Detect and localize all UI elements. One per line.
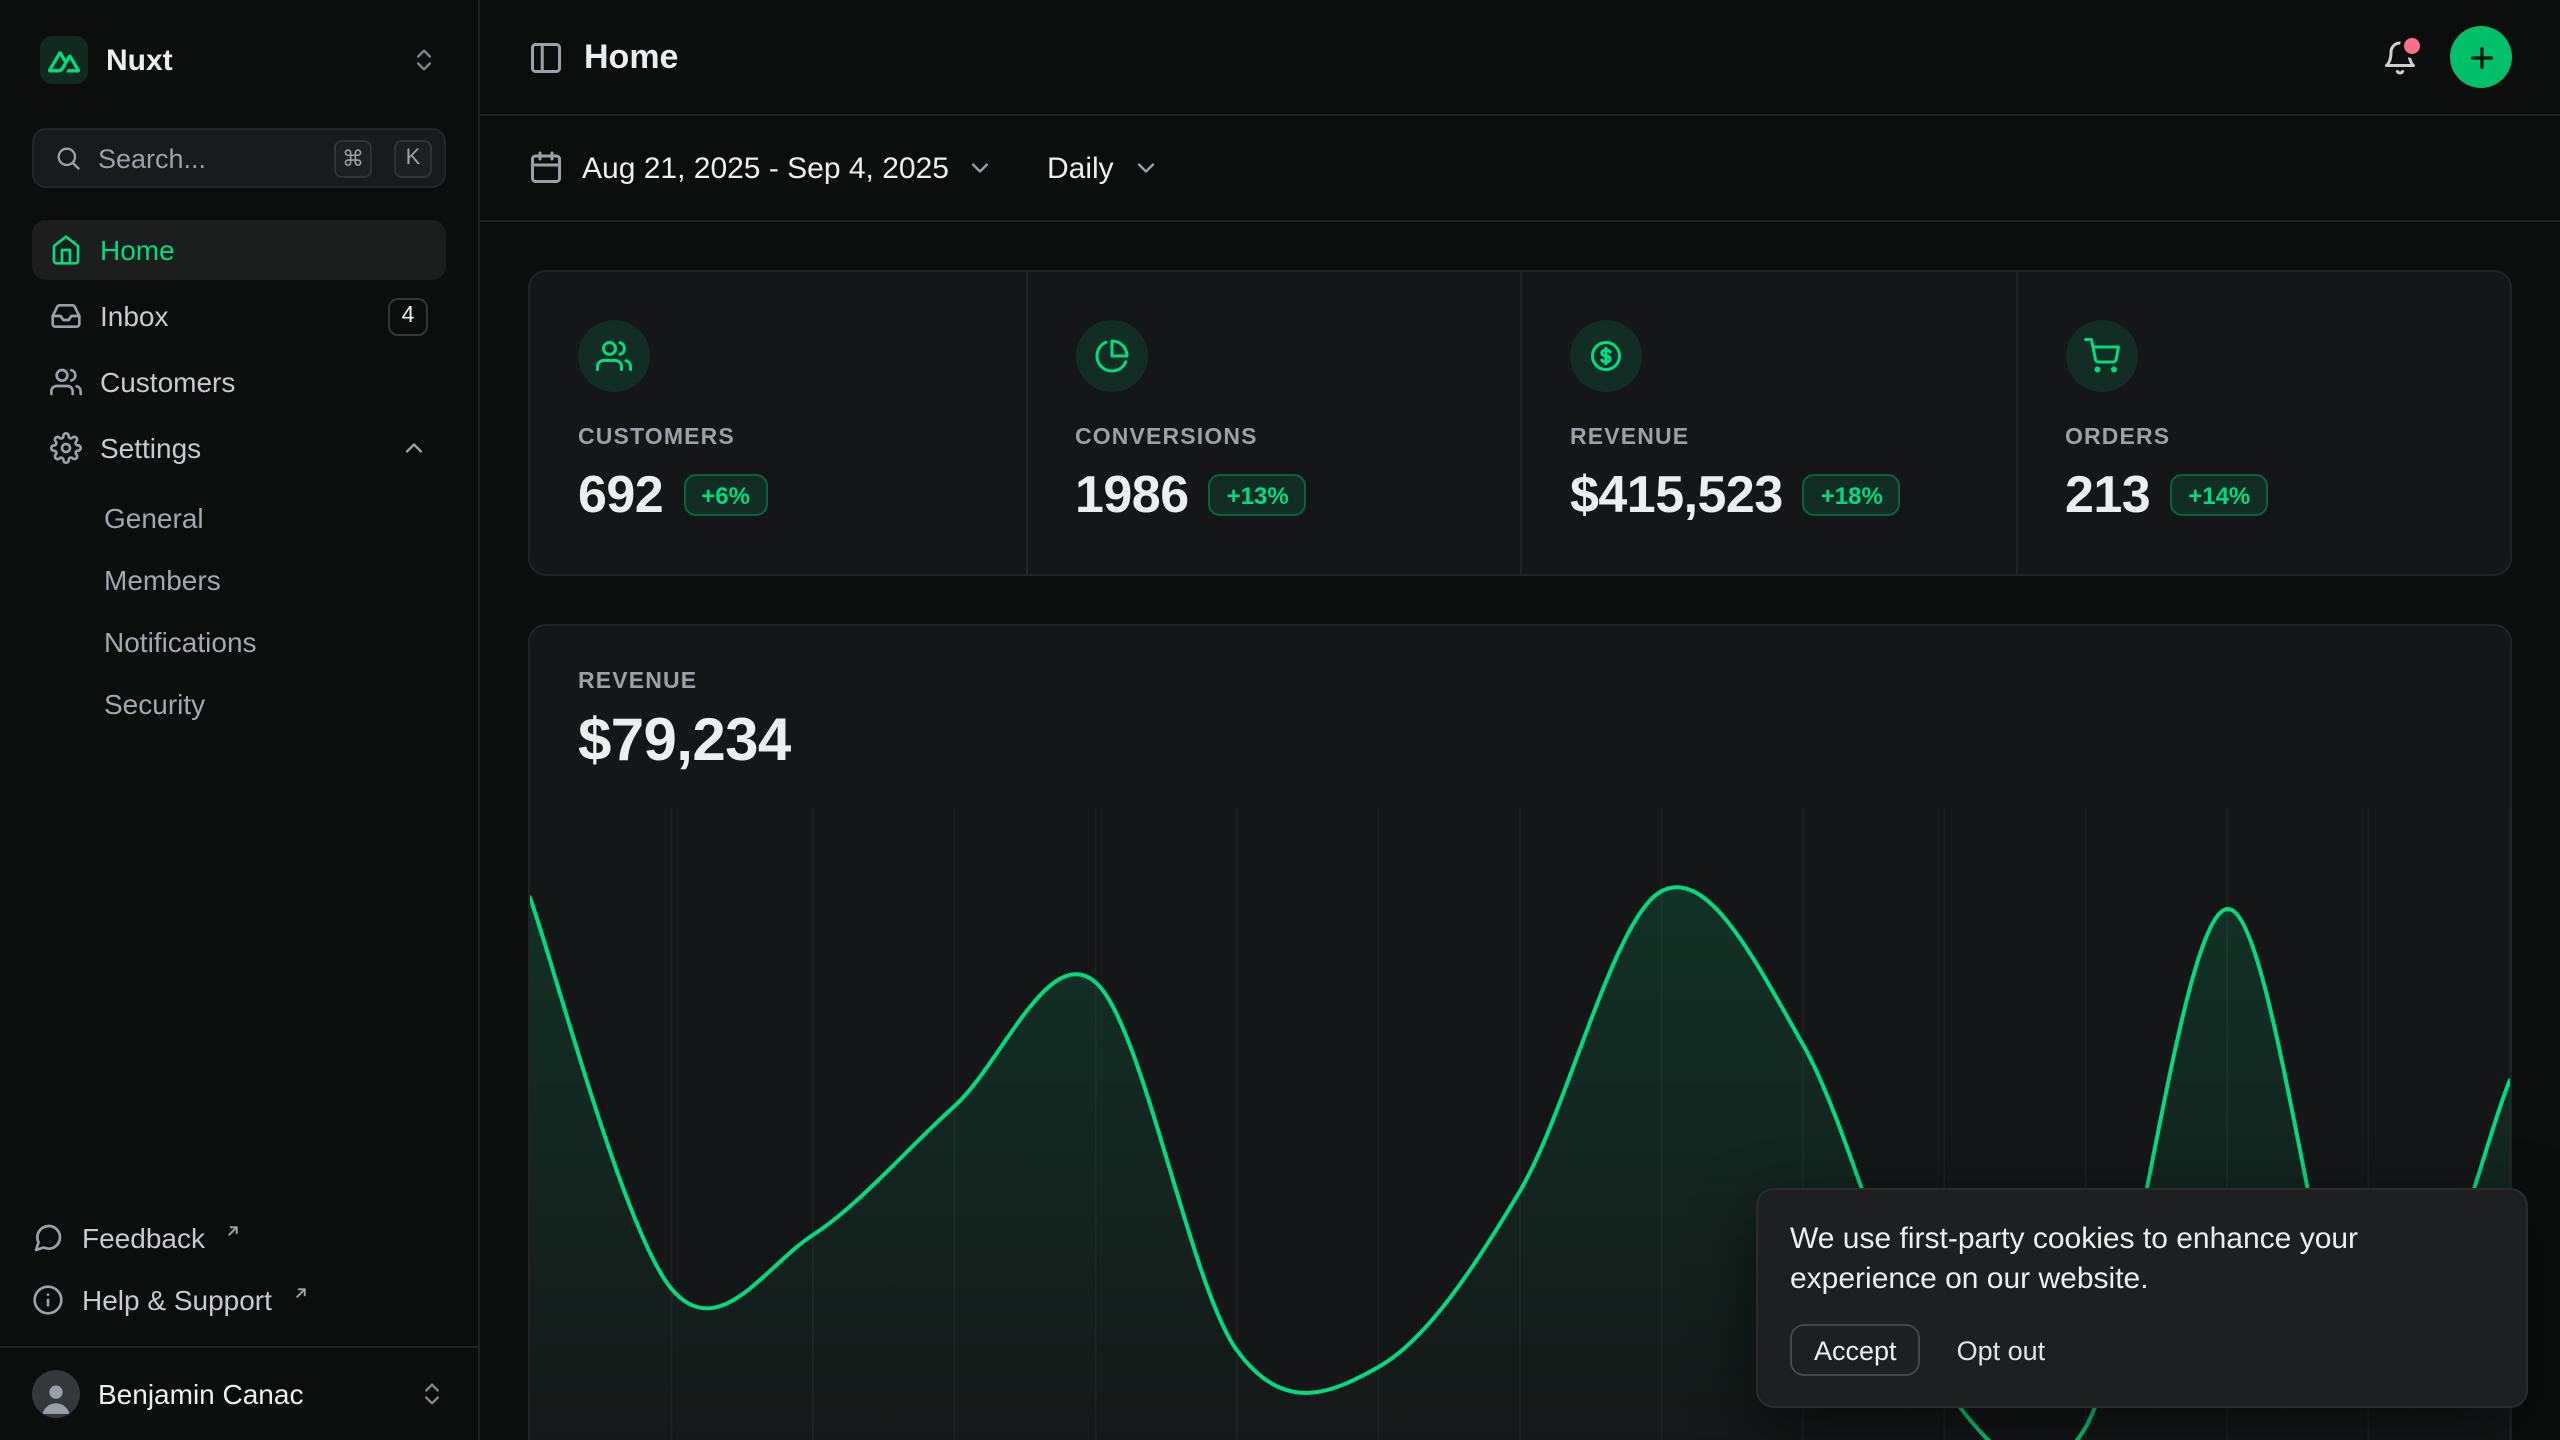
feedback-label: Feedback — [82, 1221, 205, 1253]
pie-chart-icon — [1075, 320, 1147, 392]
search-input[interactable]: Search... ⌘ K — [32, 128, 446, 188]
revenue-chart-value: $79,234 — [578, 708, 2462, 776]
filters-toolbar: Aug 21, 2025 - Sep 4, 2025 Daily — [480, 116, 2560, 222]
workspace-switcher[interactable]: Nuxt — [32, 28, 446, 92]
stat-label: REVENUE — [1570, 426, 1967, 450]
brand-name: Nuxt — [106, 43, 173, 77]
inbox-count-badge: 4 — [388, 297, 428, 335]
kbd-k: K — [394, 139, 432, 177]
stat-label: CONVERSIONS — [1075, 426, 1472, 450]
notification-dot — [2404, 37, 2420, 53]
sidebar-footer-links: Feedback Help & Support — [32, 1210, 446, 1342]
users-icon — [578, 320, 650, 392]
page-title: Home — [584, 37, 678, 77]
external-link-icon — [225, 1221, 243, 1239]
sidebar-item-settings[interactable]: Settings — [32, 418, 446, 478]
stat-card-conversions[interactable]: CONVERSIONS 1986 +13% — [1025, 272, 1520, 574]
inbox-icon — [50, 300, 82, 332]
date-range-picker[interactable]: Aug 21, 2025 - Sep 4, 2025 — [528, 150, 995, 186]
help-support-link[interactable]: Help & Support — [32, 1272, 446, 1326]
app-root: Nuxt Search... ⌘ K Home Inbox 4 Customer… — [0, 0, 2560, 1440]
chat-bubble-icon — [32, 1221, 64, 1253]
revenue-chart-label: REVENUE — [578, 670, 2462, 694]
sidebar-item-members[interactable]: Members — [32, 550, 446, 608]
cookie-actions: Accept Opt out — [1790, 1324, 2494, 1376]
chevron-up-icon — [400, 434, 428, 462]
sidebar-item-general[interactable]: General — [32, 488, 446, 546]
sidebar-spacer — [32, 736, 446, 1210]
calendar-icon — [528, 150, 564, 186]
stat-value: 213 — [2065, 464, 2150, 526]
sidebar-nav: Home Inbox 4 Customers Settings General … — [32, 220, 446, 736]
delta-badge: +13% — [1209, 474, 1307, 516]
sidebar-subitem-label: Security — [104, 687, 205, 719]
sidebar-item-inbox[interactable]: Inbox 4 — [32, 286, 446, 346]
users-icon — [50, 366, 82, 398]
cookie-banner: We use first-party cookies to enhance yo… — [1756, 1187, 2528, 1408]
sidebar-item-security[interactable]: Security — [32, 674, 446, 732]
sidebar-item-customers[interactable]: Customers — [32, 352, 446, 412]
avatar — [32, 1370, 80, 1418]
cookie-optout-button[interactable]: Opt out — [1957, 1335, 2046, 1365]
sidebar-subitem-label: General — [104, 501, 204, 533]
chevrons-up-down-icon — [410, 46, 438, 74]
granularity-label: Daily — [1047, 151, 1114, 185]
chevrons-up-down-icon — [418, 1380, 446, 1408]
cookie-accept-button[interactable]: Accept — [1790, 1324, 1921, 1376]
add-button[interactable] — [2450, 26, 2512, 88]
notifications-button[interactable] — [2382, 39, 2418, 75]
search-placeholder: Search... — [98, 143, 318, 173]
sidebar-item-label: Inbox — [100, 300, 169, 332]
sidebar-item-label: Home — [100, 234, 175, 266]
stat-value: 692 — [578, 464, 663, 526]
cookie-message: We use first-party cookies to enhance yo… — [1790, 1219, 2494, 1300]
stat-card-revenue[interactable]: REVENUE $415,523 +18% — [1520, 272, 2015, 574]
home-icon — [50, 234, 82, 266]
granularity-select[interactable]: Daily — [1047, 151, 1160, 185]
delta-badge: +18% — [1803, 474, 1901, 516]
sidebar: Nuxt Search... ⌘ K Home Inbox 4 Customer… — [0, 0, 480, 1440]
help-support-label: Help & Support — [82, 1283, 272, 1315]
settings-submenu: General Members Notifications Security — [32, 488, 446, 732]
user-menu[interactable]: Benjamin Canac — [0, 1346, 478, 1440]
user-name: Benjamin Canac — [98, 1378, 303, 1410]
sidebar-subitem-label: Members — [104, 563, 221, 595]
delta-badge: +6% — [683, 474, 768, 516]
chevron-down-icon — [1132, 154, 1160, 182]
nuxt-logo-icon — [40, 36, 88, 84]
gear-icon — [50, 432, 82, 464]
stat-label: ORDERS — [2065, 426, 2462, 450]
stat-card-orders[interactable]: ORDERS 213 +14% — [2015, 272, 2510, 574]
search-icon — [54, 144, 82, 172]
kbd-cmd: ⌘ — [334, 139, 372, 177]
stats-panel: CUSTOMERS 692 +6% CONVERSIONS 1986 +13% — [528, 270, 2512, 576]
help-circle-icon — [32, 1283, 64, 1315]
sidebar-item-notifications[interactable]: Notifications — [32, 612, 446, 670]
panel-left-icon[interactable] — [528, 39, 564, 75]
sidebar-item-label: Settings — [100, 432, 201, 464]
stat-label: CUSTOMERS — [578, 426, 977, 450]
header-actions — [2382, 26, 2512, 88]
chevron-down-icon — [967, 154, 995, 182]
feedback-link[interactable]: Feedback — [32, 1210, 446, 1264]
external-link-icon — [292, 1283, 310, 1301]
stat-value: 1986 — [1075, 464, 1189, 526]
date-range-label: Aug 21, 2025 - Sep 4, 2025 — [582, 151, 949, 185]
dollar-circle-icon — [1570, 320, 1642, 392]
stat-value: $415,523 — [1570, 464, 1783, 526]
sidebar-item-home[interactable]: Home — [32, 220, 446, 280]
plus-icon — [2465, 41, 2497, 73]
stat-card-customers[interactable]: CUSTOMERS 692 +6% — [530, 272, 1025, 574]
page-header: Home — [480, 0, 2560, 116]
sidebar-subitem-label: Notifications — [104, 625, 257, 657]
delta-badge: +14% — [2170, 474, 2268, 516]
cart-icon — [2065, 320, 2137, 392]
sidebar-item-label: Customers — [100, 366, 235, 398]
